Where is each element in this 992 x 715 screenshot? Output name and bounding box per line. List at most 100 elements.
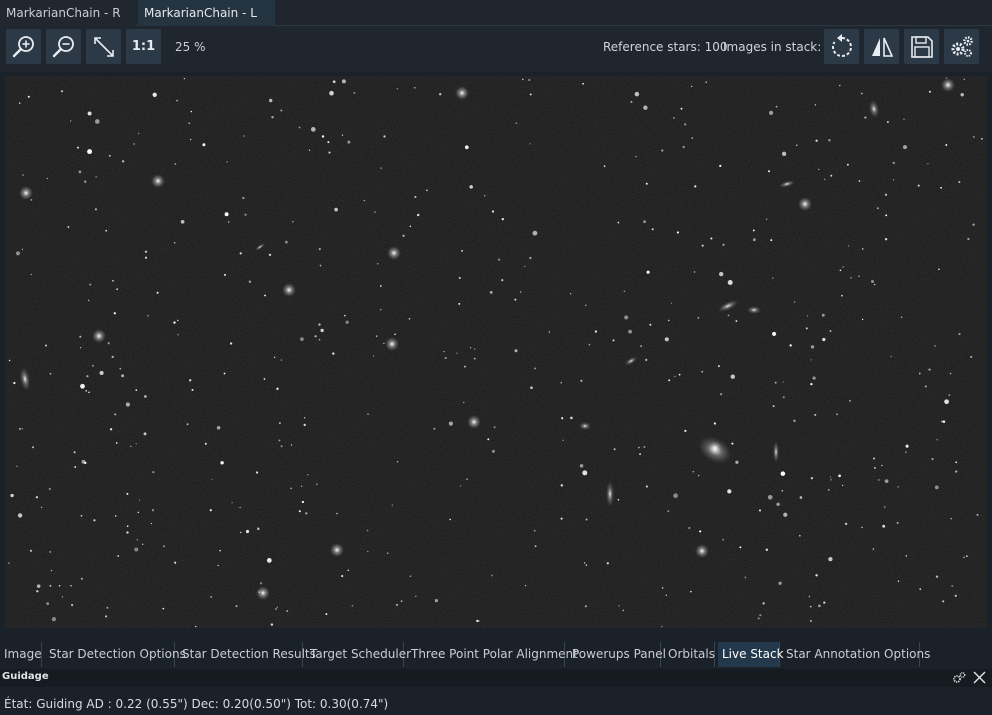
tab-orbitals[interactable]: Orbitals bbox=[664, 642, 715, 667]
star bbox=[903, 118, 905, 120]
star bbox=[765, 548, 768, 551]
star bbox=[286, 610, 289, 612]
star bbox=[217, 564, 219, 567]
star bbox=[722, 243, 725, 246]
star bbox=[981, 138, 983, 140]
rotate-button[interactable] bbox=[824, 29, 859, 64]
star bbox=[70, 120, 72, 122]
star bbox=[280, 445, 283, 448]
star bbox=[195, 625, 197, 628]
tab-live-stack[interactable]: Live Stack bbox=[718, 642, 784, 667]
panel-settings-icon[interactable] bbox=[952, 670, 966, 684]
star bbox=[842, 266, 844, 268]
star bbox=[934, 485, 939, 490]
document-tab-l[interactable]: MarkarianChain - L bbox=[138, 0, 275, 26]
star bbox=[318, 323, 321, 326]
star bbox=[529, 143, 531, 145]
guiding-panel-body: État: Guiding AD : 0.22 (0.55") Dec: 0.2… bbox=[0, 687, 992, 715]
star bbox=[812, 376, 816, 380]
star bbox=[114, 413, 117, 416]
star bbox=[521, 78, 524, 81]
bright-star bbox=[387, 246, 401, 260]
star bbox=[690, 590, 692, 593]
settings-button[interactable] bbox=[944, 29, 979, 64]
star bbox=[67, 226, 70, 228]
star bbox=[727, 314, 730, 317]
fit-to-window-button[interactable] bbox=[86, 29, 121, 64]
tab-powerups-panel[interactable]: Powerups Panel bbox=[568, 642, 666, 667]
star bbox=[332, 352, 335, 355]
star bbox=[861, 318, 864, 321]
star bbox=[50, 569, 53, 572]
star bbox=[780, 471, 786, 476]
tab-three-point-polar-alignment[interactable]: Three Point Polar Alignment bbox=[407, 642, 578, 667]
star bbox=[963, 78, 966, 81]
star bbox=[367, 550, 369, 553]
tab-image[interactable]: Image bbox=[0, 642, 42, 667]
star bbox=[699, 530, 702, 533]
star bbox=[448, 421, 453, 426]
star bbox=[80, 514, 83, 517]
save-button[interactable] bbox=[904, 29, 939, 64]
stacked-image-view[interactable] bbox=[5, 76, 987, 628]
star bbox=[137, 132, 140, 135]
star bbox=[268, 253, 272, 256]
star bbox=[470, 347, 472, 349]
star bbox=[665, 594, 668, 597]
star-field-image bbox=[5, 76, 987, 628]
star bbox=[684, 429, 687, 433]
star bbox=[300, 485, 303, 488]
star bbox=[396, 461, 399, 463]
star bbox=[464, 145, 469, 150]
star bbox=[936, 439, 938, 441]
star bbox=[688, 527, 691, 529]
star bbox=[268, 98, 273, 103]
star bbox=[266, 558, 272, 563]
star bbox=[934, 345, 936, 347]
star bbox=[850, 277, 852, 279]
star bbox=[105, 229, 108, 232]
star bbox=[579, 464, 584, 468]
star bbox=[822, 337, 826, 342]
close-icon[interactable] bbox=[972, 670, 987, 685]
star bbox=[668, 319, 670, 322]
star bbox=[560, 381, 563, 384]
star bbox=[336, 512, 338, 515]
star bbox=[223, 372, 226, 375]
star bbox=[774, 381, 777, 384]
star bbox=[848, 245, 850, 247]
star bbox=[216, 425, 221, 430]
star bbox=[439, 93, 442, 96]
star bbox=[18, 427, 21, 430]
rotate-icon bbox=[829, 33, 855, 60]
star bbox=[239, 506, 241, 509]
star bbox=[114, 515, 117, 517]
tab-star-annotation-options[interactable]: Star Annotation Options bbox=[782, 642, 930, 667]
flip-button[interactable] bbox=[864, 29, 899, 64]
star bbox=[402, 234, 405, 237]
star bbox=[30, 273, 32, 276]
one-to-one-button[interactable]: 1:1 bbox=[126, 29, 161, 64]
star bbox=[693, 271, 696, 273]
star bbox=[927, 163, 929, 165]
star bbox=[585, 304, 587, 306]
star bbox=[530, 386, 533, 390]
star bbox=[582, 82, 584, 85]
star bbox=[87, 111, 92, 116]
zoom-out-button[interactable] bbox=[46, 29, 81, 64]
guiding-panel-header: Guidage bbox=[0, 669, 992, 687]
tab-target-scheduler[interactable]: Target Scheduler bbox=[306, 642, 411, 667]
star bbox=[810, 359, 812, 361]
star bbox=[400, 600, 403, 602]
document-tab-r[interactable]: MarkarianChain - R bbox=[0, 0, 136, 26]
tab-star-detection-options[interactable]: Star Detection Options bbox=[45, 642, 186, 667]
star bbox=[624, 315, 629, 320]
star bbox=[130, 445, 132, 447]
star bbox=[762, 602, 765, 605]
tab-star-detection-results[interactable]: Star Detection Results bbox=[178, 642, 316, 667]
star bbox=[829, 330, 832, 332]
star bbox=[944, 399, 949, 405]
zoom-in-button[interactable] bbox=[6, 29, 41, 64]
star bbox=[884, 506, 886, 508]
star bbox=[80, 383, 85, 389]
